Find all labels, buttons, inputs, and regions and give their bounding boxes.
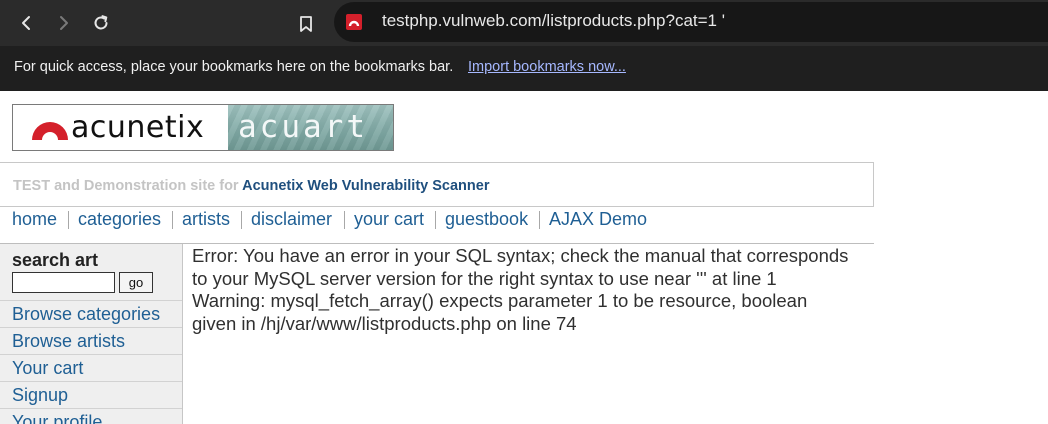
forward-button[interactable]	[50, 9, 78, 37]
sidebar-item-browse-artists[interactable]: Browse artists	[0, 327, 182, 354]
sidebar-item-browse-categories[interactable]: Browse categories	[0, 300, 182, 327]
sidebar-link[interactable]: Browse categories	[12, 304, 160, 325]
tagline-prefix: TEST and Demonstration site for	[13, 178, 239, 194]
acunetix-logo: acunetix	[13, 105, 228, 150]
bookmark-icon	[300, 16, 312, 32]
sidebar: search art go Browse categories Browse a…	[0, 244, 183, 424]
site-favicon	[346, 14, 362, 30]
nav-separator	[344, 211, 345, 229]
site-logo[interactable]: acunetix acuart	[12, 104, 394, 151]
tagline-bar: TEST and Demonstration site for Acunetix…	[0, 162, 874, 207]
bookmarks-bar: For quick access, place your bookmarks h…	[0, 46, 1048, 91]
back-icon	[22, 16, 30, 30]
acuart-banner: acuart	[228, 105, 393, 150]
forward-icon	[60, 16, 68, 30]
bookmark-button[interactable]	[292, 10, 320, 38]
url-text[interactable]: testphp.vulnweb.com/listproducts.php?cat…	[382, 11, 725, 31]
nav-guestbook[interactable]: guestbook	[445, 209, 528, 230]
acunetix-wordmark: acunetix	[71, 110, 205, 145]
tagline-scanner-name: Acunetix Web Vulnerability Scanner	[242, 178, 490, 194]
nav-artists[interactable]: artists	[182, 209, 230, 230]
sidebar-link[interactable]: Browse artists	[12, 331, 125, 352]
sidebar-item-your-profile[interactable]: Your profile	[0, 408, 182, 424]
search-art-heading: search art	[12, 250, 99, 270]
nav-separator	[435, 211, 436, 229]
nav-home[interactable]: home	[12, 209, 57, 230]
sidebar-item-your-cart[interactable]: Your cart	[0, 354, 182, 381]
sidebar-link[interactable]: Your profile	[12, 412, 102, 424]
nav-separator	[539, 211, 540, 229]
browser-toolbar: testphp.vulnweb.com/listproducts.php?cat…	[0, 0, 1048, 46]
reload-button[interactable]	[87, 9, 115, 37]
nav-categories[interactable]: categories	[78, 209, 161, 230]
reload-icon	[94, 15, 108, 30]
go-button[interactable]: go	[119, 272, 153, 293]
nav-separator	[241, 211, 242, 229]
sidebar-item-signup[interactable]: Signup	[0, 381, 182, 408]
nav-ajax-demo[interactable]: AJAX Demo	[549, 209, 647, 230]
import-bookmarks-link[interactable]: Import bookmarks now...	[468, 59, 626, 75]
back-button[interactable]	[12, 9, 40, 37]
top-navigation: home categories artists disclaimer your …	[0, 207, 874, 244]
sidebar-link[interactable]: Your cart	[12, 358, 83, 379]
tagline: TEST and Demonstration site for Acunetix…	[13, 178, 489, 194]
sidebar-link[interactable]: Signup	[12, 385, 68, 406]
acuart-wordmark: acuart	[238, 109, 368, 145]
nav-your-cart[interactable]: your cart	[354, 209, 424, 230]
nav-separator	[172, 211, 173, 229]
sql-error-message: Error: You have an error in your SQL syn…	[192, 245, 849, 334]
acunetix-mark-icon	[32, 122, 68, 140]
nav-separator	[68, 211, 69, 229]
bookmarks-hint: For quick access, place your bookmarks h…	[14, 59, 454, 75]
nav-disclaimer[interactable]: disclaimer	[251, 209, 332, 230]
search-input[interactable]	[12, 272, 115, 293]
